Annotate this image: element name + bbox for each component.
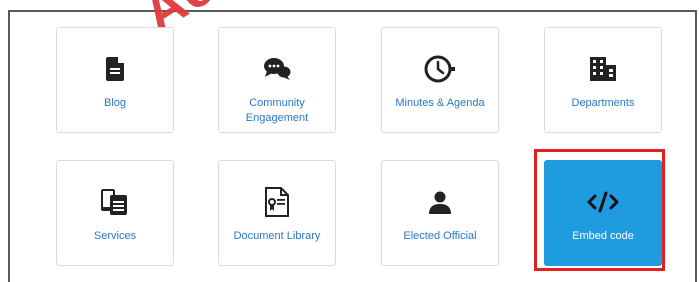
tile-departments[interactable]: Departments xyxy=(544,27,662,133)
tile-label: Departments xyxy=(571,97,635,109)
tile-community-engagement[interactable]: Community Engagement xyxy=(218,27,336,133)
tile-label: Services xyxy=(93,230,137,242)
tile-minutes-agenda[interactable]: Minutes & Agenda xyxy=(381,27,499,133)
tile-elected-official[interactable]: Elected Official xyxy=(381,160,499,266)
tile-label: Minutes & Agenda xyxy=(395,97,485,109)
tile-blog[interactable]: Blog xyxy=(56,27,174,133)
tile-document-library[interactable]: Document Library xyxy=(218,160,336,266)
building-icon xyxy=(590,54,616,84)
certificate-icon xyxy=(265,187,289,217)
person-icon xyxy=(428,187,452,217)
selection-highlight xyxy=(534,149,665,271)
tile-label: Community Engagement xyxy=(245,97,309,124)
tile-label: Document Library xyxy=(233,230,321,242)
devices-icon xyxy=(101,187,129,217)
document-icon xyxy=(106,54,124,84)
clock-icon xyxy=(424,54,456,84)
tile-services[interactable]: Services xyxy=(56,160,174,266)
tile-label: Blog xyxy=(103,97,127,109)
chat-bubbles-icon xyxy=(263,54,291,84)
tile-label: Elected Official xyxy=(403,230,477,242)
